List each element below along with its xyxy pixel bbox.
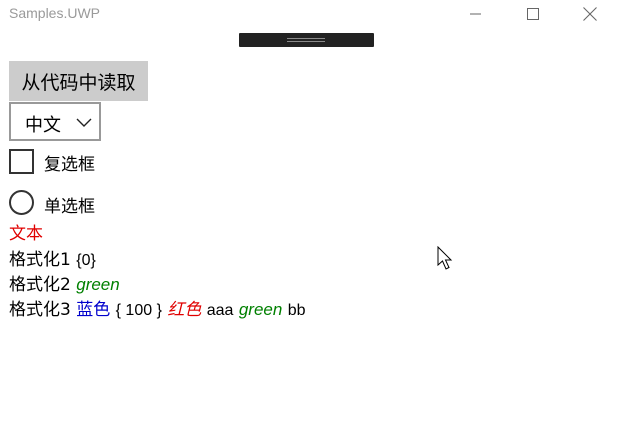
radio-button[interactable] — [9, 190, 34, 215]
maximize-button[interactable] — [510, 0, 556, 28]
format1-prefix: 格式化1 — [9, 250, 71, 270]
format2-prefix: 格式化2 — [9, 275, 71, 295]
checkbox[interactable] — [9, 149, 34, 174]
format3-red: 红色 — [167, 300, 202, 320]
combobox-selected-value: 中文 — [25, 115, 61, 136]
format3-green: green — [238, 300, 283, 319]
mouse-pointer-icon — [437, 246, 453, 270]
maximize-icon — [526, 7, 539, 20]
app-window: Samples.UWP 从代码中读取 中文 复选框 单选框 文本 格式化1 {0… — [0, 0, 618, 430]
format3-braced: { 100 } — [115, 302, 162, 319]
language-combobox[interactable]: 中文 — [9, 102, 101, 141]
format-line-2: 格式化2 green — [9, 274, 120, 296]
checkbox-label[interactable]: 复选框 — [44, 150, 95, 175]
window-title: Samples.UWP — [9, 5, 101, 21]
close-button[interactable] — [567, 0, 613, 28]
format3-aaa: aaa — [206, 302, 234, 319]
radio-label[interactable]: 单选框 — [44, 192, 95, 217]
text-label: 文本 — [9, 224, 43, 244]
debug-toolbar-grip[interactable] — [287, 38, 325, 42]
read-from-code-button[interactable]: 从代码中读取 — [9, 61, 148, 101]
close-icon — [583, 7, 597, 21]
format3-prefix: 格式化3 — [9, 300, 71, 320]
debug-toolbar[interactable] — [239, 33, 374, 47]
format-line-1: 格式化1 {0} — [9, 249, 96, 272]
format1-value: {0} — [76, 252, 96, 269]
format2-green: green — [76, 275, 120, 294]
minimize-icon — [470, 13, 481, 15]
format3-bb: bb — [287, 302, 306, 319]
format3-blue: 蓝色 — [76, 300, 111, 320]
format-line-3: 格式化3 蓝色 { 100 } 红色 aaa green bb — [9, 299, 306, 322]
minimize-button[interactable] — [453, 0, 499, 28]
title-bar[interactable]: Samples.UWP — [0, 0, 618, 30]
chevron-down-icon — [76, 118, 92, 127]
